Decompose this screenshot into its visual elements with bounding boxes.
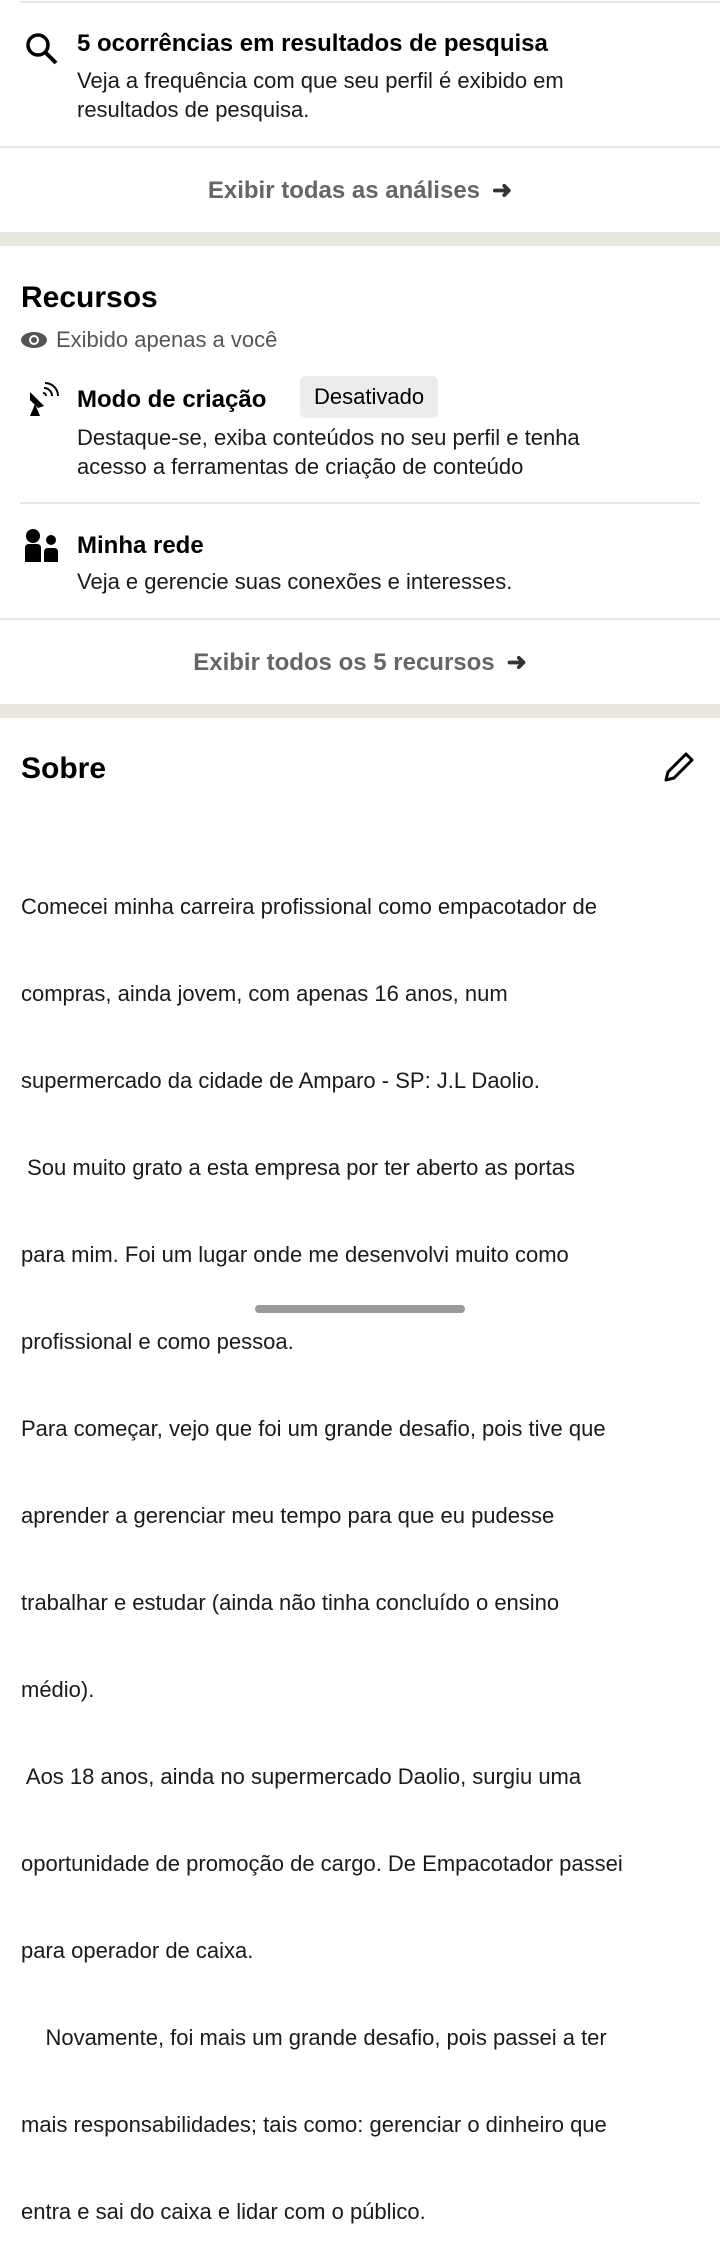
show-all-analytics-label: Exibir todas as análises [207, 177, 481, 204]
about-line: supermercado da cidade de Amparo - SP: J… [21, 1068, 540, 1093]
people-icon [25, 529, 58, 562]
about-line: oportunidade de promoção de cargo. De Em… [21, 1851, 623, 1876]
divider [0, 146, 720, 148]
creator-mode-title: Modo de criação [77, 386, 267, 413]
section-separator [0, 704, 720, 718]
pencil-edit-icon[interactable] [660, 750, 696, 786]
about-line: entra e sai do caixa e lidar com o públi… [21, 2199, 426, 2224]
divider [20, 1, 720, 3]
show-all-resources-link[interactable]: Exibir todos os 5 recursos ➜ [0, 648, 720, 677]
resource-item-my-network[interactable]: Minha rede Veja e gerencie suas conexões… [20, 528, 720, 604]
about-line: Sou muito grato a esta empresa por ter a… [21, 1155, 575, 1180]
about-line: compras, ainda jovem, com apenas 16 anos… [21, 981, 508, 1006]
about-line: para operador de caixa. [21, 1938, 254, 1963]
creator-mode-status-badge: Desativado [300, 376, 439, 418]
about-line: aprender a gerenciar meu tempo para que … [21, 1503, 555, 1528]
arrow-right-icon: ➜ [506, 649, 527, 676]
search-icon [26, 33, 58, 65]
about-line: Novamente, foi mais um grande desafio, p… [21, 2025, 607, 2050]
search-appearances-desc: Veja a frequência com que seu perfil é e… [77, 68, 564, 93]
my-network-title: Minha rede [77, 532, 204, 559]
show-all-analytics-link[interactable]: Exibir todas as análises ➜ [0, 176, 720, 205]
my-network-desc: Veja e gerencie suas conexões e interess… [77, 569, 513, 594]
about-heading: Sobre [21, 752, 107, 785]
about-text: Comecei minha carreira profissional como… [21, 834, 623, 2255]
about-line: Aos 18 anos, ainda no supermercado Daoli… [21, 1764, 582, 1789]
about-line: Comecei minha carreira profissional como… [21, 894, 597, 919]
about-line: profissional e como pessoa. [21, 1329, 294, 1354]
creator-mode-desc: Destaque-se, exiba conteúdos no seu perf… [77, 425, 580, 450]
about-line: médio). [21, 1677, 95, 1702]
about-line: Para começar, vejo que foi um grande des… [21, 1416, 606, 1441]
about-line: mais responsabilidades; tais como: geren… [21, 2112, 607, 2137]
about-line: para mim. Foi um lugar onde me desenvolv… [21, 1242, 569, 1267]
section-separator [0, 232, 720, 246]
scroll-handle[interactable] [255, 1305, 465, 1313]
creator-mode-desc: acesso a ferramentas de criação de conte… [77, 454, 524, 479]
arrow-right-icon: ➜ [492, 177, 513, 204]
eye-icon [21, 332, 47, 348]
about-line: trabalhar e estudar (ainda não tinha con… [21, 1590, 560, 1615]
visibility-note: Exibido apenas a você [56, 327, 278, 352]
search-appearances-desc: resultados de pesquisa. [77, 97, 310, 122]
resources-heading: Recursos [21, 281, 158, 314]
satellite-dish-icon [30, 382, 59, 416]
show-all-resources-label: Exibir todos os 5 recursos [193, 649, 495, 676]
divider [20, 502, 700, 504]
divider [0, 618, 720, 620]
search-appearances-title: 5 ocorrências em resultados de pesquisa [77, 30, 548, 57]
